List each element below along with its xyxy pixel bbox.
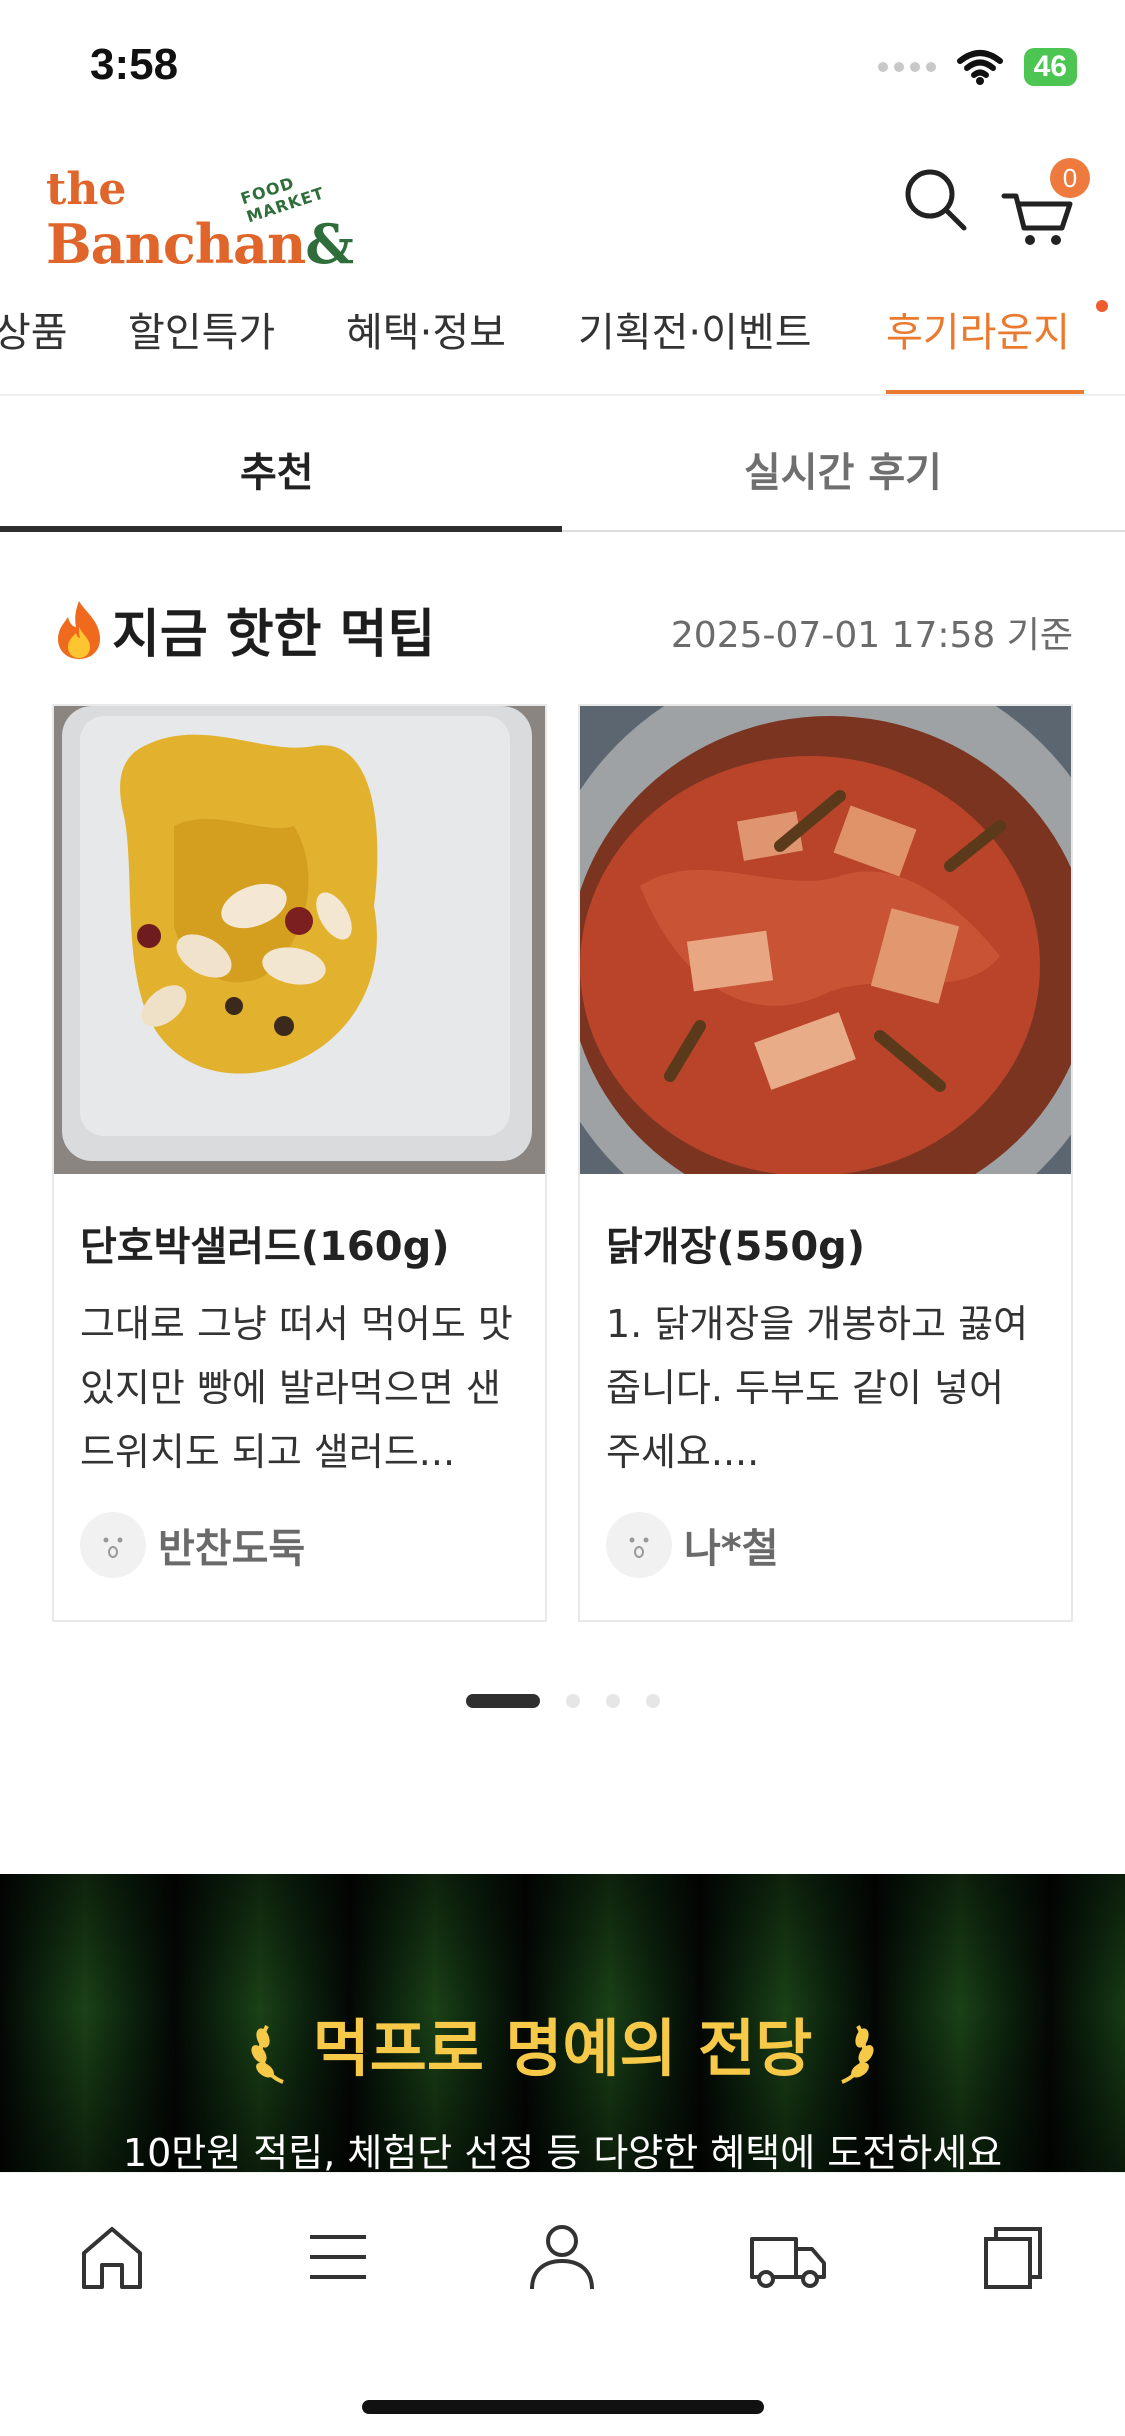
section-title-text: 지금 핫한 먹팁	[112, 605, 436, 665]
pager-dot[interactable]	[606, 1694, 620, 1708]
category-tab-discount[interactable]: 할인특가	[128, 300, 275, 358]
avatar	[80, 1512, 146, 1578]
delivery-truck-icon	[750, 2237, 826, 2288]
status-icons: 46	[877, 48, 1077, 86]
logo-banchan: Banchan	[46, 212, 306, 276]
banner-subtitle: 10만원 적립, 체험단 선정 등 다양한 혜택에 도전하세요	[122, 2131, 1003, 2174]
fire-icon	[58, 600, 100, 659]
recent-items-icon	[984, 2227, 1042, 2289]
user-icon	[530, 2225, 594, 2290]
search-button[interactable]	[902, 166, 972, 236]
nav-home-button[interactable]	[72, 2217, 152, 2297]
section-timestamp: 2025-07-01 17:58 기준	[670, 615, 1073, 656]
laurel-left-icon	[251, 2024, 284, 2084]
category-tab-events[interactable]: 기획전·이벤트	[578, 300, 812, 358]
category-nav: 상품 할인특가 혜택·정보 기획전·이벤트 후기라운지	[0, 280, 1125, 396]
carousel-pager	[466, 1694, 660, 1708]
card-product-name: 닭개장(550g)	[606, 1224, 866, 1270]
review-card[interactable]: 닭개장(550g) 1. 닭개장을 개봉하고 끓여 줍니다. 두부도 같이 넣어…	[578, 704, 1073, 1622]
nav-delivery-button[interactable]	[746, 2217, 826, 2297]
home-indicator	[362, 2400, 764, 2414]
avatar	[606, 1512, 672, 1578]
card-review-excerpt: 1. 닭개장을 개봉하고 끓여 줍니다. 두부도 같이 넣어 주세요....	[606, 1302, 1029, 1474]
wifi-icon	[956, 50, 1003, 85]
logo-ampersand: &	[305, 212, 354, 276]
status-time: 3:58	[90, 40, 179, 89]
category-tab-benefits[interactable]: 혜택·정보	[346, 300, 506, 358]
pager-dot-active[interactable]	[466, 1694, 540, 1708]
tab-recommended[interactable]: 추천	[240, 440, 314, 498]
section-title: 지금 핫한 먹팁	[52, 592, 435, 667]
brand-logo[interactable]: the Banchan& FOOD MARKET	[46, 160, 366, 280]
food-photo-pumpkin-salad	[54, 706, 545, 1174]
new-indicator-dot	[1096, 300, 1108, 312]
logo-wordmark: Banchan&	[46, 212, 354, 276]
author-name: 나*철	[684, 1526, 779, 1572]
nav-recent-button[interactable]	[972, 2217, 1052, 2297]
category-tab-review-lounge[interactable]: 후기라운지	[886, 300, 1070, 358]
card-product-name: 단호박샐러드(160g)	[80, 1224, 450, 1270]
status-bar: 3:58 46	[0, 0, 1125, 140]
cellular-signal-icon	[877, 62, 936, 72]
nav-menu-button[interactable]	[298, 2217, 378, 2297]
card-author: 나*철	[606, 1512, 779, 1578]
card-review-excerpt: 그대로 그냥 떠서 먹어도 맛있지만 빵에 발라먹으면 샌드위치도 되고 샐러드…	[80, 1302, 513, 1474]
home-icon	[82, 2227, 142, 2289]
bottom-nav	[0, 2172, 1125, 2436]
review-sub-tabs: 추천 실시간 후기	[0, 398, 1125, 532]
menu-icon	[310, 2235, 366, 2279]
nav-mypage-button[interactable]	[522, 2217, 602, 2297]
battery-indicator: 46	[1023, 48, 1077, 86]
search-icon	[905, 169, 967, 231]
active-category-underline	[886, 390, 1084, 394]
author-name: 반찬도둑	[158, 1526, 306, 1572]
laurel-right-icon	[841, 2024, 874, 2084]
banner-title-text: 먹프로 명예의 전당	[312, 2012, 813, 2085]
pager-dot[interactable]	[646, 1694, 660, 1708]
cart-count-badge: 0	[1050, 158, 1090, 198]
review-card[interactable]: 단호박샐러드(160g) 그대로 그냥 떠서 먹어도 맛있지만 빵에 발라먹으면…	[52, 704, 547, 1622]
tab-realtime-reviews[interactable]: 실시간 후기	[744, 440, 942, 498]
pager-dot[interactable]	[566, 1694, 580, 1708]
app-header: the Banchan& FOOD MARKET 0	[0, 140, 1125, 280]
food-photo-chicken-stew	[580, 706, 1071, 1174]
hall-of-fame-banner[interactable]: 먹프로 명예의 전당 10만원 적립, 체험단 선정 등 다양한 혜택에 도전하…	[0, 1874, 1125, 2174]
logo-the: the	[46, 164, 127, 215]
category-tab-products[interactable]: 상품	[0, 300, 68, 358]
cart-button[interactable]: 0	[1000, 158, 1090, 250]
active-tab-underline	[0, 526, 562, 532]
card-author: 반찬도둑	[80, 1512, 305, 1578]
banner-title: 먹프로 명예의 전당	[0, 1998, 1125, 2088]
